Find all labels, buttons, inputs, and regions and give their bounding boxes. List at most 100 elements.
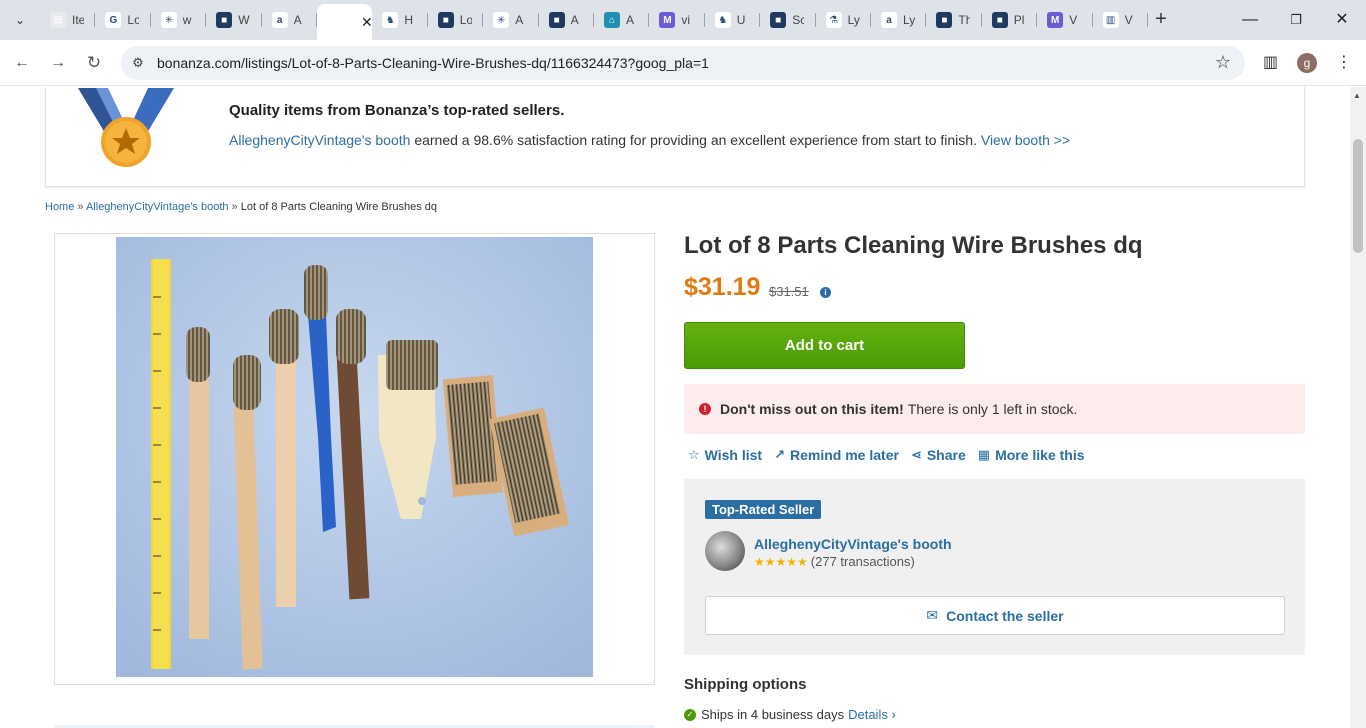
tab-title: U — [736, 13, 746, 27]
tab-divider — [1146, 13, 1148, 27]
breadcrumb-separator: » — [228, 201, 241, 213]
tab-favicon-icon — [327, 14, 343, 30]
browser-tab[interactable]: ▤ Ite — [40, 6, 96, 34]
tab-favicon-icon: ⌂ — [604, 12, 620, 28]
close-window-button[interactable]: ✕ — [1330, 8, 1354, 32]
product-photo[interactable] — [116, 237, 593, 677]
tab-favicon-icon: ⚗ — [825, 12, 842, 28]
tab-title: W — [238, 13, 250, 27]
scroll-up-icon[interactable]: ▲ — [1353, 91, 1361, 100]
tab-favicon-icon: ■ — [770, 12, 787, 28]
browser-tab[interactable]: ✳ A — [483, 6, 539, 34]
browser-tab[interactable]: ♞ U — [705, 6, 761, 34]
shipping-title: Shipping options — [684, 676, 807, 693]
address-bar[interactable]: ⚙ bonanza.com/listings/Lot-of-8-Parts-Cl… — [121, 46, 1245, 80]
browser-tab[interactable]: ✳ w — [151, 6, 207, 34]
trust-title: Quality items from Bonanza’s top-rated s… — [229, 102, 565, 119]
forward-button[interactable]: → — [46, 51, 70, 75]
share-arrow-icon: ↗ — [774, 447, 785, 462]
browser-tab[interactable]: G Lo — [95, 6, 151, 34]
tab-title: Sc — [792, 13, 805, 27]
browser-tab[interactable]: ■ A — [539, 6, 594, 34]
tab-close-icon[interactable]: ✕ — [361, 14, 373, 31]
new-tab-button[interactable]: + — [1150, 9, 1172, 31]
stock-alert: ! Don't miss out on this item! There is … — [684, 384, 1305, 434]
browser-tab[interactable]: ♞ H — [372, 6, 428, 34]
browser-tab[interactable]: ⚗ Ly — [816, 6, 871, 34]
booth-link[interactable]: AlleghenyCityVintage's booth — [229, 132, 410, 148]
site-info-icon[interactable]: ⚙ — [128, 53, 148, 73]
tab-title: A — [515, 13, 524, 27]
tab-favicon-icon: ■ — [548, 12, 565, 28]
contact-seller-button[interactable]: ✉ Contact the seller — [705, 596, 1285, 635]
page-scrollbar[interactable]: ▲ — [1350, 87, 1366, 728]
browser-tab[interactable]: ⌂ A — [594, 6, 650, 34]
url-text[interactable]: bonanza.com/listings/Lot-of-8-Parts-Clea… — [157, 55, 709, 71]
trust-banner: Quality items from Bonanza’s top-rated s… — [45, 87, 1305, 187]
restore-button[interactable]: ❐ — [1284, 8, 1308, 32]
tab-favicon-icon: a — [271, 12, 288, 28]
check-icon: ✓ — [684, 708, 696, 721]
price-info-icon[interactable]: i — [820, 287, 831, 298]
share-icon: ⋖ — [910, 447, 922, 462]
breadcrumb-home[interactable]: Home — [45, 201, 74, 213]
tab-active[interactable]: Lo✕ — [317, 4, 373, 40]
alert-icon: ! — [699, 403, 711, 415]
breadcrumb-current: Lot of 8 Parts Cleaning Wire Brushes dq — [240, 201, 438, 213]
listing-title: Lot of 8 Parts Cleaning Wire Brushes dq — [684, 232, 1143, 259]
more-like-this-button[interactable]: ▦ More like this — [978, 447, 1085, 463]
breadcrumb-booth[interactable]: AlleghenyCityVintage's booth — [86, 201, 229, 213]
browser-tab[interactable]: Mvi — [649, 6, 705, 34]
stock-alert-bold: Don't miss out on this item! — [720, 401, 904, 417]
browser-tab[interactable]: ■ Lo — [428, 6, 484, 34]
remind-me-later-button[interactable]: ↗ Remind me later — [774, 447, 899, 463]
bookmark-star-icon[interactable]: ☆ — [1215, 52, 1231, 73]
browser-tab[interactable]: a Ly — [871, 6, 927, 34]
tab-title: vi — [681, 13, 691, 27]
side-panel-icon[interactable]: ▥ — [1263, 52, 1278, 72]
browser-tab[interactable]: ▥ V — [1093, 6, 1148, 34]
browser-tab[interactable]: MV — [1037, 6, 1093, 34]
listing-old-price: $31.51 — [769, 284, 809, 299]
browser-tab[interactable]: ■ W — [206, 6, 262, 34]
tab-search-button[interactable]: ⌄ — [8, 8, 32, 32]
menu-icon[interactable]: ⋮ — [1336, 52, 1352, 72]
product-photo-frame[interactable] — [54, 233, 655, 685]
grid-icon: ▦ — [977, 447, 991, 462]
browser-tab[interactable]: ■ Th — [926, 6, 982, 34]
wish-list-button[interactable]: ☆ Wish list — [688, 447, 762, 463]
breadcrumb-separator: » — [74, 201, 86, 213]
breadcrumb: Home » AlleghenyCityVintage's booth » Lo… — [45, 201, 437, 213]
tab-title: Pl — [1013, 13, 1025, 27]
scrollbar-thumb[interactable] — [1353, 139, 1363, 253]
view-booth-link[interactable]: View booth >> — [981, 132, 1070, 148]
tab-favicon-icon: ✳ — [160, 12, 177, 28]
tab-favicon-icon: ♞ — [382, 12, 399, 28]
browser-tab[interactable]: ■ Sc — [760, 6, 816, 34]
share-label: Share — [926, 447, 966, 463]
transactions-count: (277 transactions) — [810, 554, 915, 569]
seller-rating: ★★★★★ (277 transactions) — [754, 554, 915, 569]
back-button[interactable]: ← — [10, 51, 34, 75]
shipping-details-link[interactable]: Details › — [848, 707, 896, 722]
tab-favicon-icon: M — [659, 12, 676, 28]
add-to-cart-button[interactable]: Add to cart — [684, 322, 965, 369]
browser-tab[interactable]: aA — [262, 6, 317, 34]
star-outline-icon: ☆ — [688, 447, 700, 462]
tab-title: w — [182, 13, 192, 27]
tab-favicon-icon: ■ — [936, 12, 953, 28]
reload-button[interactable]: ↻ — [82, 51, 106, 75]
profile-avatar[interactable]: g — [1297, 53, 1317, 73]
tab-title: A — [570, 13, 579, 27]
share-button[interactable]: ⋖ Share — [911, 447, 966, 463]
seller-name-link[interactable]: AlleghenyCityVintage's booth — [754, 536, 952, 552]
browser-tab[interactable]: ■ Pl — [982, 6, 1038, 34]
minimize-button[interactable]: — — [1238, 8, 1262, 32]
contact-seller-label: Contact the seller — [946, 607, 1064, 624]
tab-strip: ⌄ ▤IteGLo✳w■WaALo✕♞H■Lo✳A■A⌂AMvi♞U■Sc⚗Ly… — [0, 0, 1366, 40]
tab-title: A — [626, 13, 635, 27]
tab-title: Th — [958, 13, 971, 27]
rating-stars-icon: ★★★★★ — [754, 554, 808, 569]
shipping-line: ✓ Ships in 4 business days Details › — [684, 707, 896, 722]
seller-avatar[interactable] — [705, 531, 745, 571]
